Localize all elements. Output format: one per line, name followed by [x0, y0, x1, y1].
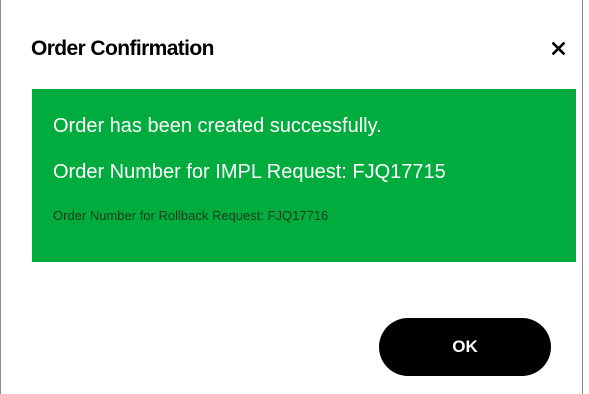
close-button[interactable]	[546, 36, 570, 60]
dialog-title: Order Confirmation	[31, 37, 214, 60]
success-message: Order has been created successfully.	[53, 115, 382, 137]
ok-button[interactable]: OK	[379, 318, 551, 376]
impl-order-number: Order Number for IMPL Request: FJQ17715	[53, 161, 446, 183]
close-icon	[551, 41, 565, 55]
success-banner: Order has been created successfully. Ord…	[32, 89, 576, 262]
rollback-order-number: Order Number for Rollback Request: FJQ17…	[53, 208, 329, 223]
order-confirmation-dialog: Order Confirmation Order has been create…	[0, 0, 583, 394]
